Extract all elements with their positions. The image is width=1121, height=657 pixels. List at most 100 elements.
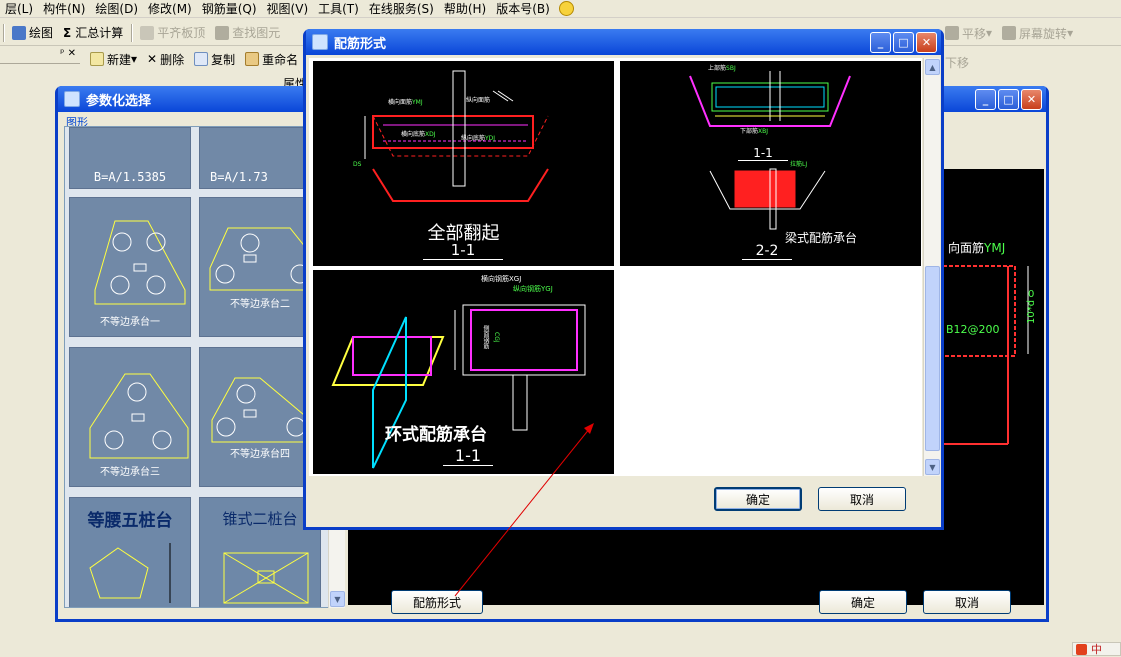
option-beam-type[interactable]: 上部筋SBJ 下部筋XBJ 拉筋LJ 1-1 梁式配筋承台 2-2 bbox=[620, 61, 921, 266]
preview-label-code: YMJ bbox=[984, 241, 1006, 255]
rename-label: 重命名 bbox=[262, 52, 299, 67]
reinf-dialog-body: 横向面筋YMJ 纵向面筋 横向底筋XDJ 纵向底筋YDJ DS 全部翻起 1-1 bbox=[306, 55, 941, 527]
menu-draw[interactable]: 绘图(D) bbox=[90, 0, 143, 17]
new-label: 新建 bbox=[107, 52, 132, 67]
new-button[interactable]: 新建 ▾ bbox=[85, 48, 142, 70]
thumb-label: 不等边承台三 bbox=[100, 467, 160, 478]
menu-bar: 层(L) 构件(N) 绘图(D) 修改(M) 钢筋量(Q) 视图(V) 工具(T… bbox=[0, 0, 1121, 18]
scroll-down-arrow[interactable]: ▼ bbox=[330, 591, 345, 607]
find-button[interactable]: 查找图元 bbox=[210, 22, 285, 44]
menu-component[interactable]: 构件(N) bbox=[38, 0, 90, 17]
delete-button[interactable]: ✕ 删除 bbox=[142, 48, 189, 70]
left-pane-header: ᵖ ✕ bbox=[0, 48, 80, 64]
flat-board-button[interactable]: 平齐板顶 bbox=[135, 22, 210, 44]
translate-button[interactable]: 平移 ▾ bbox=[940, 22, 997, 44]
minimize-button[interactable]: _ bbox=[975, 89, 996, 110]
thumb-3[interactable]: 不等边承台一 bbox=[69, 197, 191, 337]
maximize-button[interactable]: □ bbox=[893, 32, 914, 53]
option-scrollbar[interactable]: ▲ ▼ bbox=[923, 58, 940, 476]
cad-label: 下部筋XBJ bbox=[740, 126, 768, 135]
cad-label: 拉筋LJ bbox=[790, 161, 808, 168]
cad-label: 横向底筋XDJ bbox=[401, 129, 436, 138]
smiley-icon[interactable] bbox=[558, 1, 574, 16]
menu-help[interactable]: 帮助(H) bbox=[439, 0, 491, 17]
option-full-bend[interactable]: 横向面筋YMJ 纵向面筋 横向底筋XDJ 纵向底筋YDJ DS 全部翻起 1-1 bbox=[313, 61, 614, 266]
pentagon-pile-cap-icon bbox=[89, 543, 171, 603]
toolbar-separator bbox=[131, 23, 133, 42]
preview-label-1: 向面筋YMJ bbox=[948, 239, 1005, 256]
scroll-thumb[interactable] bbox=[925, 266, 940, 451]
reinf-dialog-title: 配筋形式 bbox=[334, 36, 387, 52]
reinf-dialog: 配筋形式 _ □ ✕ 横向面筋YMJ 纵向面筋 横向底筋XDJ 纵向底筋YDJ … bbox=[303, 29, 944, 530]
binoculars-icon bbox=[215, 25, 230, 40]
menu-tools[interactable]: 工具(T) bbox=[313, 0, 364, 17]
menu-modify[interactable]: 修改(M) bbox=[143, 0, 197, 17]
maximize-button[interactable]: □ bbox=[998, 89, 1019, 110]
cad-label-text: 上部筋 bbox=[708, 65, 727, 72]
toolbar-separator bbox=[3, 23, 4, 42]
copy-button[interactable]: 复制 bbox=[189, 48, 240, 70]
cad-label: 上部筋SBJ bbox=[708, 63, 736, 72]
app-icon bbox=[64, 91, 80, 107]
cad-label-text: 纵向底筋 bbox=[461, 135, 486, 142]
cad-label: CGJ bbox=[493, 332, 500, 343]
thumbnail-list: B=A/1.5385 B=A/1.73 不等边承台一 不等边承台二 不等边承台三… bbox=[64, 126, 344, 608]
cad-label-text: 下部筋 bbox=[740, 128, 759, 135]
rename-icon bbox=[245, 52, 260, 66]
option-ring-type[interactable]: 横向钢筋XGJ 纵向钢筋YGJ 侧面钢筋 CGJ 环式配筋承台 1-1 bbox=[313, 270, 614, 474]
toolbar-right: 平移 ▾ 屏幕旋转 ▾ bbox=[940, 22, 1078, 44]
param-ok-button[interactable]: 确定 bbox=[819, 590, 907, 614]
menu-online[interactable]: 在线服务(S) bbox=[364, 0, 439, 17]
thumb-label: 不等边承台四 bbox=[230, 449, 290, 460]
preview-label-5: 0 bbox=[1028, 289, 1035, 300]
find-label: 查找图元 bbox=[232, 26, 281, 40]
move-icon bbox=[945, 26, 959, 40]
menu-layer[interactable]: 层(L) bbox=[0, 0, 38, 17]
cad-label-text: 横向底筋 bbox=[401, 131, 426, 138]
new-icon bbox=[90, 52, 104, 66]
menu-version[interactable]: 版本号(B) bbox=[491, 0, 555, 17]
minimize-button[interactable]: _ bbox=[870, 32, 891, 53]
rotate-icon bbox=[1002, 26, 1017, 40]
menu-view[interactable]: 视图(V) bbox=[262, 0, 314, 17]
close-button[interactable]: ✕ bbox=[916, 32, 937, 53]
reinf-ok-button[interactable]: 确定 bbox=[714, 487, 802, 511]
flat-board-label: 平齐板顶 bbox=[157, 26, 206, 40]
cad-label-code: XDJ bbox=[425, 131, 436, 138]
reinf-form-button[interactable]: 配筋形式 bbox=[391, 590, 483, 614]
thumb-label: 不等边承台一 bbox=[100, 317, 160, 328]
sum-button[interactable]: Σ 汇总计算 bbox=[58, 22, 128, 44]
rename-button[interactable]: 重命名 bbox=[240, 48, 303, 70]
beam-section-2: 2-2 bbox=[742, 243, 792, 260]
thumb-7[interactable]: 等腰五桩台 bbox=[69, 497, 191, 607]
cad-label-code: SBJ bbox=[726, 65, 736, 72]
param-dialog-title: 参数化选择 bbox=[86, 93, 152, 109]
menu-rebar[interactable]: 钢筋量(Q) bbox=[197, 0, 262, 17]
rotate-button[interactable]: 屏幕旋转 ▾ bbox=[997, 22, 1078, 44]
preview-label-text: 向面筋 bbox=[948, 241, 985, 255]
thumb-5[interactable]: 不等边承台三 bbox=[69, 347, 191, 487]
copy-label: 复制 bbox=[211, 52, 236, 67]
draw-label: 绘图 bbox=[29, 26, 54, 40]
ime-indicator[interactable]: 中 bbox=[1072, 642, 1121, 656]
app-icon bbox=[312, 34, 328, 50]
thumb-formula: B=A/1.5385 bbox=[93, 170, 167, 184]
preview-label-4: 10*d bbox=[1026, 299, 1037, 324]
beam-caption: 梁式配筋承台 bbox=[785, 231, 858, 245]
sub-toolbar: 新建 ▾ ✕ 删除 复制 重命名 bbox=[85, 48, 303, 70]
cad-label: 横向钢筋XGJ bbox=[481, 275, 522, 283]
draw-button[interactable]: 绘图 bbox=[7, 22, 58, 44]
close-button[interactable]: ✕ bbox=[1021, 89, 1042, 110]
reinf-cancel-button[interactable]: 取消 bbox=[818, 487, 906, 511]
delete-label: 删除 bbox=[160, 52, 185, 67]
scroll-up-arrow[interactable]: ▲ bbox=[925, 59, 940, 75]
thumb-label: 不等边承台二 bbox=[230, 299, 290, 310]
param-cancel-button[interactable]: 取消 bbox=[923, 590, 1011, 614]
thumb-1[interactable]: B=A/1.5385 bbox=[69, 127, 191, 189]
ime-logo-icon bbox=[1076, 643, 1087, 655]
ime-mode-icon: 中 bbox=[1091, 643, 1102, 656]
cad-label: 纵向面筋 bbox=[466, 97, 491, 104]
reinf-dialog-titlebar: 配筋形式 _ □ ✕ bbox=[306, 29, 941, 55]
scroll-down-arrow[interactable]: ▼ bbox=[925, 459, 940, 475]
delete-icon: ✕ bbox=[147, 52, 158, 66]
